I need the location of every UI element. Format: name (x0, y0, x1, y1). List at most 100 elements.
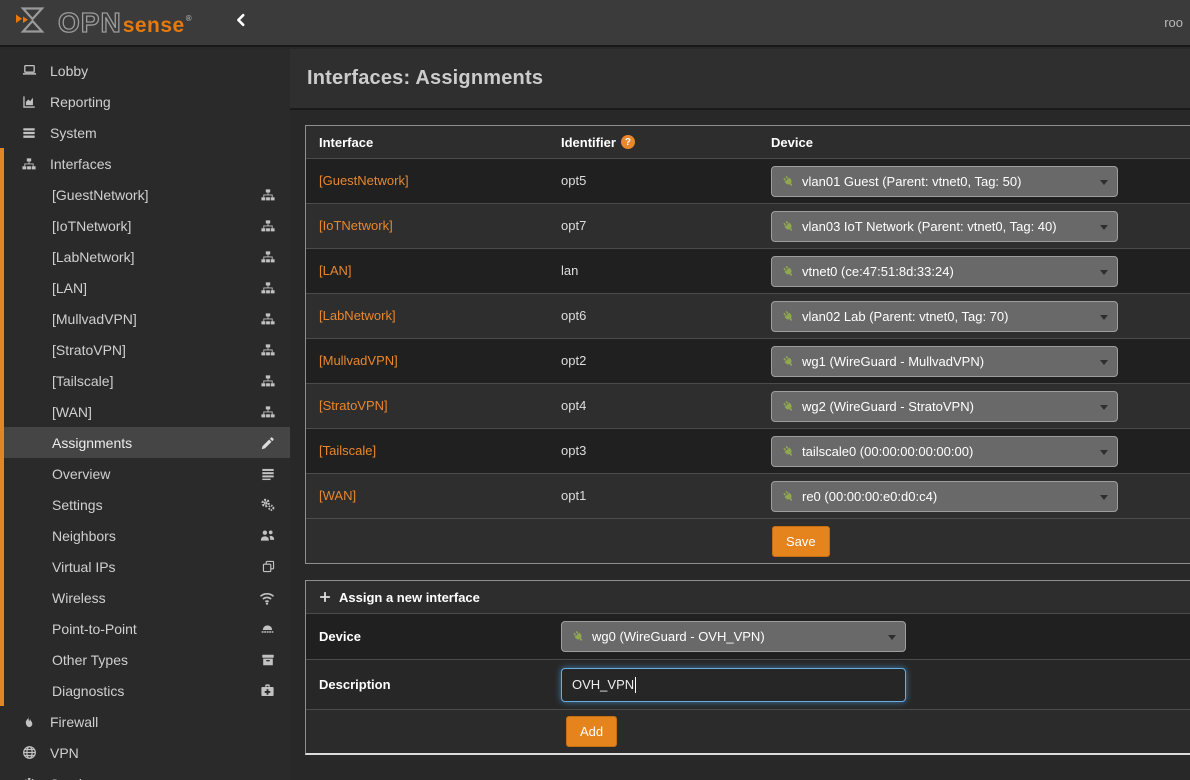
identifier-value: opt1 (561, 488, 586, 503)
sidebar-item-overview[interactable]: Overview (4, 458, 290, 489)
interface-link[interactable]: [Tailscale] (319, 443, 376, 458)
sidebar-item-lobby[interactable]: Lobby (0, 55, 290, 86)
caret-down-icon (1100, 450, 1108, 455)
description-input-value: OVH_VPN (572, 677, 634, 692)
interface-link[interactable]: [IoTNetwork] (319, 218, 393, 233)
sidebar-item-tailscale[interactable]: [Tailscale] (4, 365, 290, 396)
fire-icon (18, 715, 40, 729)
device-select-value: vlan01 Guest (Parent: vtnet0, Tag: 50) (802, 174, 1021, 189)
page-title: Interfaces: Assignments (307, 67, 543, 90)
sidebar-collapse-button[interactable] (234, 13, 248, 32)
opnsense-logo[interactable]: OPN sense® (14, 5, 192, 40)
caret-down-icon (1100, 315, 1108, 320)
rows-icon (261, 467, 275, 481)
table-header-row: Interface Identifier? Device (306, 126, 1190, 158)
interface-link[interactable]: [LabNetwork] (319, 308, 396, 323)
device-select[interactable]: vlan01 Guest (Parent: vtnet0, Tag: 50) (771, 166, 1118, 197)
sidebar-item-label: [Tailscale] (52, 373, 261, 389)
new-device-select-value: wg0 (WireGuard - OVH_VPN) (592, 629, 765, 644)
sidebar-item-assignments[interactable]: Assignments (4, 427, 290, 458)
device-select[interactable]: vlan03 IoT Network (Parent: vtnet0, Tag:… (771, 211, 1118, 242)
sidebar-item-reporting[interactable]: Reporting (0, 86, 290, 117)
sidebar-item-point-to-point[interactable]: Point-to-Point (4, 613, 290, 644)
sidebar-item-label: Services (50, 776, 275, 780)
plug-icon (779, 397, 797, 415)
logged-in-user[interactable]: roo (1164, 15, 1183, 30)
sidebar-item-vpn[interactable]: VPN (0, 737, 290, 768)
plug-icon (779, 487, 797, 505)
identifier-value: opt2 (561, 353, 586, 368)
new-device-select[interactable]: wg0 (WireGuard - OVH_VPN) (561, 621, 906, 652)
sidebar-item-label: Firewall (50, 714, 275, 730)
table-row: [LabNetwork] opt6 vlan02 Lab (Parent: vt… (306, 293, 1190, 338)
sidebar-item-mullvadvpn[interactable]: [MullvadVPN] (4, 303, 290, 334)
sidebar-item-other-types[interactable]: Other Types (4, 644, 290, 675)
caret-down-icon (888, 635, 896, 640)
plug-icon (779, 352, 797, 370)
sidebar-item-label: Wireless (52, 590, 259, 606)
device-select[interactable]: re0 (00:00:00:e0:d0:c4) (771, 481, 1118, 512)
sidebar-item-label: [StratoVPN] (52, 342, 261, 358)
assign-panel-header: Assign a new interface (306, 581, 1190, 613)
opnsense-logo-icon (14, 5, 50, 40)
device-select[interactable]: wg1 (WireGuard - MullvadVPN) (771, 346, 1118, 377)
assign-panel-title: Assign a new interface (339, 590, 480, 605)
sidebar-item-label: [LAN] (52, 280, 261, 296)
area-chart-icon (18, 95, 40, 109)
sidebar-item-wireless[interactable]: Wireless (4, 582, 290, 613)
description-input[interactable]: OVH_VPN (561, 668, 906, 702)
save-button[interactable]: Save (772, 526, 830, 557)
sidebar-item-label: [WAN] (52, 404, 261, 420)
caret-down-icon (1100, 360, 1108, 365)
caret-down-icon (1100, 405, 1108, 410)
sidebar-item-neighbors[interactable]: Neighbors (4, 520, 290, 551)
device-select-value: vlan02 Lab (Parent: vtnet0, Tag: 70) (802, 309, 1008, 324)
interface-link[interactable]: [LAN] (319, 263, 352, 278)
sidebar-item-label: Neighbors (52, 528, 260, 544)
interface-link[interactable]: [MullvadVPN] (319, 353, 398, 368)
sidebar-item-wan[interactable]: [WAN] (4, 396, 290, 427)
plus-icon (319, 591, 331, 603)
sidebar-item-system[interactable]: System (0, 117, 290, 148)
interface-link[interactable]: [GuestNetwork] (319, 173, 409, 188)
plug-icon (779, 262, 797, 280)
sidebar-item-diagnostics[interactable]: Diagnostics (4, 675, 290, 706)
sidebar-item-label: Other Types (52, 652, 261, 668)
device-select[interactable]: vtnet0 (ce:47:51:8d:33:24) (771, 256, 1118, 287)
sidebar-item-label: Assignments (52, 435, 261, 451)
clone-icon (262, 560, 275, 573)
sidebar-item-firewall[interactable]: Firewall (0, 706, 290, 737)
sidebar-item-guestnetwork[interactable]: [GuestNetwork] (4, 179, 290, 210)
sidebar-item-label: Point-to-Point (52, 621, 260, 637)
text-cursor (635, 677, 636, 693)
table-row: [WAN] opt1 re0 (00:00:00:e0:d0:c4) (306, 473, 1190, 518)
globe-icon (18, 745, 40, 760)
main-content: Interfaces: Assignments Interface Identi… (290, 49, 1190, 780)
help-icon[interactable]: ? (621, 135, 635, 149)
interface-link[interactable]: [WAN] (319, 488, 356, 503)
device-select[interactable]: tailscale0 (00:00:00:00:00:00) (771, 436, 1118, 467)
sidebar-item-iotnetwork[interactable]: [IoTNetwork] (4, 210, 290, 241)
interface-link[interactable]: [StratoVPN] (319, 398, 388, 413)
device-select[interactable]: vlan02 Lab (Parent: vtnet0, Tag: 70) (771, 301, 1118, 332)
laptop-icon (18, 63, 40, 78)
sidebar-item-interfaces[interactable]: Interfaces (4, 148, 290, 179)
sidebar-item-label: Settings (52, 497, 260, 513)
sidebar-item-label: Virtual IPs (52, 559, 262, 575)
sidebar-item-lan[interactable]: [LAN] (4, 272, 290, 303)
plug-icon (779, 307, 797, 325)
sidebar-item-labnetwork[interactable]: [LabNetwork] (4, 241, 290, 272)
medkit-icon (260, 683, 275, 698)
sidebar-item-label: Interfaces (50, 156, 275, 172)
sitemap-icon (261, 250, 275, 264)
sidebar-item-services[interactable]: Services (0, 768, 290, 780)
device-select[interactable]: wg2 (WireGuard - StratoVPN) (771, 391, 1118, 422)
chevron-left-icon (234, 13, 248, 32)
sitemap-icon (261, 405, 275, 419)
sidebar-item-settings[interactable]: Settings (4, 489, 290, 520)
add-button[interactable]: Add (566, 716, 617, 747)
sidebar-item-virtual-ips[interactable]: Virtual IPs (4, 551, 290, 582)
sidebar-item-stratovpn[interactable]: [StratoVPN] (4, 334, 290, 365)
sitemap-icon (261, 374, 275, 388)
sidebar-item-label: System (50, 125, 275, 141)
